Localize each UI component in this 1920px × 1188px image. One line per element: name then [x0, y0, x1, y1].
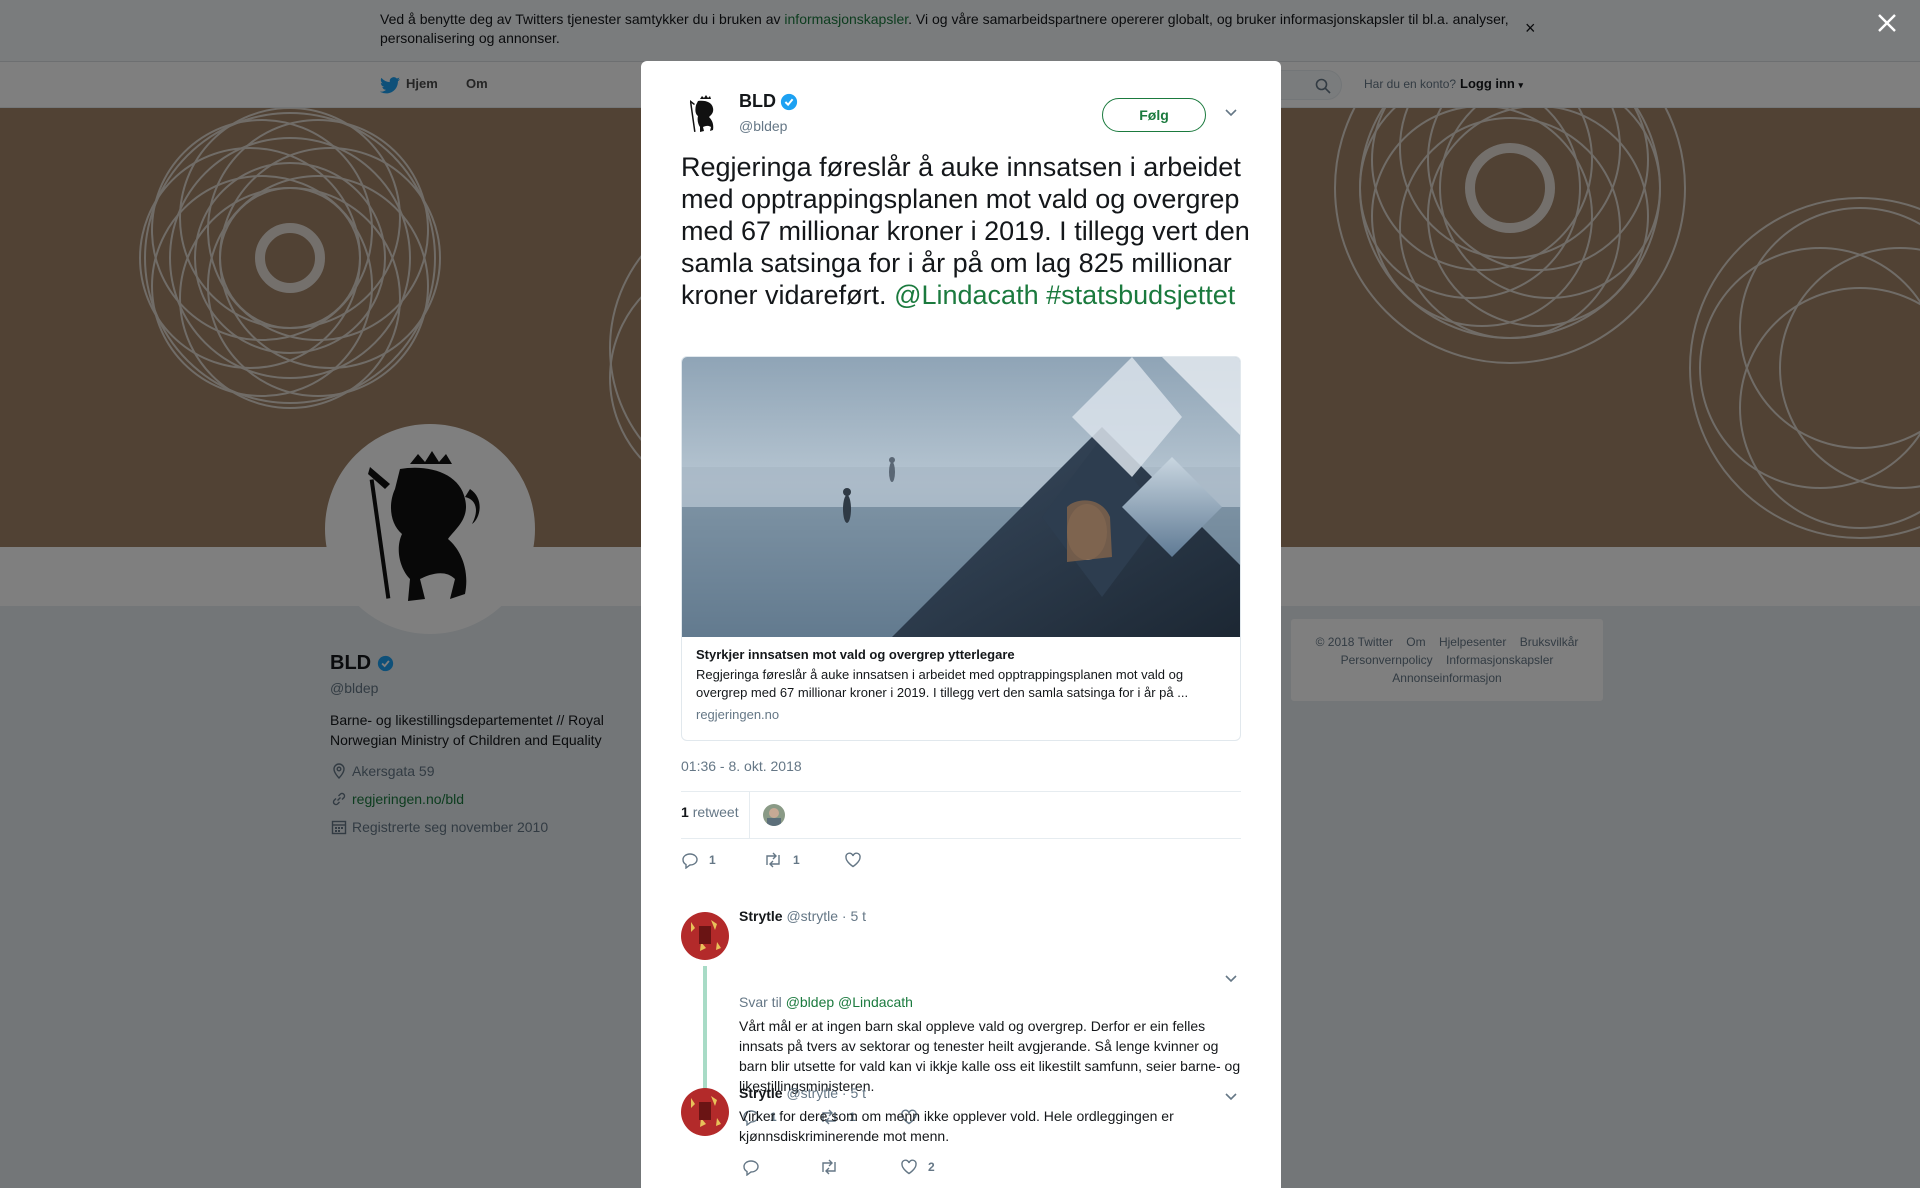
card-image [682, 357, 1240, 637]
tweet-hashtag-link[interactable]: #statsbudsjettet [1046, 280, 1235, 310]
tweet-author-handle[interactable]: @bldep [739, 118, 787, 134]
like-count: 2 [928, 1160, 935, 1174]
reply-action[interactable]: 1 [681, 851, 716, 869]
reply-time[interactable]: · 5 t [842, 1085, 866, 1101]
reply-count: 1 [709, 853, 716, 867]
reply-time[interactable]: · 5 t [842, 908, 866, 924]
retweet-count: 1 [681, 804, 689, 820]
retweet-label: retweet [692, 804, 739, 820]
tweet-author-name[interactable]: BLD [739, 91, 798, 112]
reply-text: Vårt mål er at ingen barn skal oppleve v… [739, 1018, 1241, 1094]
divider [749, 792, 750, 838]
verified-badge-icon [780, 93, 798, 111]
reply-avatar[interactable] [681, 1088, 729, 1136]
reply-text: Virker for dere som om menn ikke oppleve… [739, 1108, 1174, 1144]
card-description: Regjeringa føreslår å auke innsatsen i a… [696, 667, 1189, 700]
reply-avatar[interactable] [681, 912, 729, 960]
retweet-icon [763, 851, 783, 869]
tweet-timestamp[interactable]: 01:36 - 8. okt. 2018 [681, 758, 802, 774]
tweet-modal: BLD @bldep Følg Regjeringa føreslår å au… [641, 61, 1281, 1188]
reply-icon [681, 851, 699, 869]
reply-to-line: Svar til @bldep @Lindacath [739, 992, 1249, 1012]
reply-to-link[interactable]: @bldep @Lindacath [786, 994, 913, 1010]
like-action[interactable] [844, 851, 862, 869]
reply-header: Strytle @strytle · 5 t [739, 908, 866, 924]
reply-icon [742, 1158, 760, 1176]
divider [681, 791, 1241, 792]
retweet-stats[interactable]: 1 retweet [681, 804, 739, 820]
reply-to-label: Svar til [739, 994, 782, 1010]
reply-author-handle[interactable]: @strytle [786, 908, 838, 924]
retweet-icon [819, 1158, 839, 1176]
reply-author-handle[interactable]: @strytle [786, 1085, 838, 1101]
reply-header: Strytle @strytle · 5 t [739, 1085, 866, 1101]
chevron-down-icon[interactable] [1224, 107, 1238, 117]
card-title: Styrkjer innsatsen mot vald og overgrep … [696, 647, 1015, 662]
follow-button[interactable]: Følg [1102, 98, 1206, 132]
heart-icon [900, 1158, 918, 1176]
author-name-text: BLD [739, 91, 776, 111]
lion-crest-icon [689, 95, 714, 132]
divider [681, 838, 1241, 839]
tweet-text: Regjeringa føreslår å auke innsatsen i a… [681, 151, 1256, 311]
chevron-down-icon[interactable] [1224, 1091, 1238, 1101]
chevron-down-icon[interactable] [1224, 973, 1238, 983]
heart-icon [844, 851, 862, 869]
like-action[interactable]: 2 [900, 1158, 935, 1176]
retweet-action-count: 1 [793, 853, 800, 867]
retweet-action[interactable]: 1 [763, 851, 800, 869]
tweet-author-avatar[interactable] [681, 91, 729, 139]
link-card[interactable]: Styrkjer innsatsen mot vald og overgrep … [681, 356, 1241, 741]
tweet-mention-link[interactable]: @Lindacath [894, 280, 1039, 310]
reply-author-name[interactable]: Strytle [739, 908, 783, 924]
reply-action[interactable] [742, 1158, 770, 1176]
reply-author-name[interactable]: Strytle [739, 1085, 783, 1101]
retweeter-avatar[interactable] [763, 804, 785, 826]
card-url: regjeringen.no [696, 707, 780, 722]
retweet-action[interactable] [819, 1158, 849, 1176]
close-icon[interactable] [1876, 12, 1898, 34]
